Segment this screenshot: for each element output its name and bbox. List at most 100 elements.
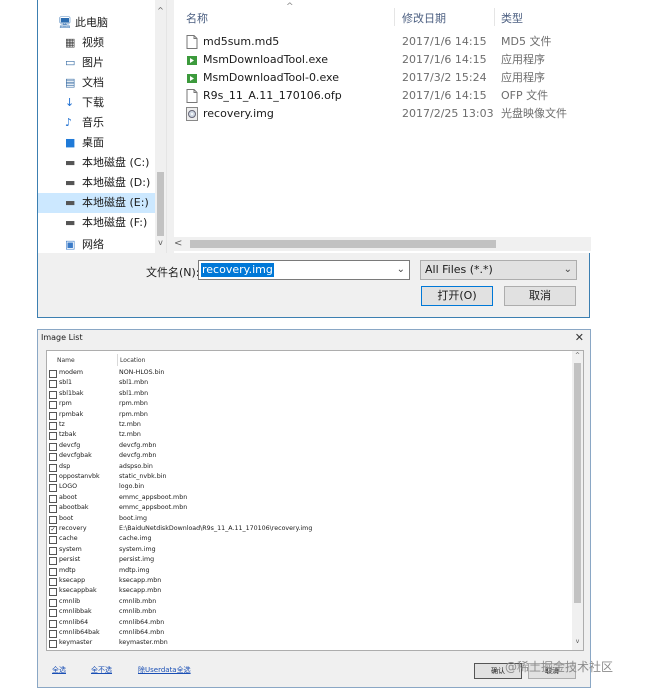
column-divider[interactable] [394, 8, 395, 26]
checkbox[interactable] [49, 370, 57, 378]
scrollbar-thumb[interactable] [574, 363, 581, 603]
list-item[interactable]: sbl1 sbl1.mbn [47, 378, 573, 389]
checkbox[interactable] [49, 536, 57, 545]
list-item[interactable]: persist persist.img [47, 555, 573, 566]
list-item[interactable]: dsp adspso.bin [47, 462, 573, 472]
checkbox[interactable] [49, 380, 57, 389]
list-item[interactable]: cmnlib cmnlib.mbn [47, 597, 573, 607]
nav-item[interactable]: 🖥 此电脑 [38, 13, 166, 33]
scroll-down-icon[interactable]: v [572, 638, 583, 645]
checkbox[interactable] [49, 453, 57, 462]
checkbox[interactable] [49, 411, 57, 420]
list-item[interactable]: cmnlib64 cmnlib64.mbn [47, 618, 573, 628]
list-item[interactable]: devcfgbak devcfg.mbn [47, 451, 573, 462]
chevron-down-icon[interactable]: ⌄ [564, 261, 572, 279]
deselect-all-link[interactable]: 全不选 [91, 665, 112, 675]
checkbox[interactable] [49, 630, 57, 638]
list-item[interactable]: mdtp mdtp.img [47, 566, 573, 576]
vertical-scrollbar[interactable]: ^ v [572, 351, 583, 650]
list-item[interactable]: sbl1bak sbl1.mbn [47, 389, 573, 399]
file-row[interactable]: recovery.img 2017/2/25 13:03 光盘映像文件 [174, 105, 591, 123]
list-item[interactable]: rpmbak rpm.mbn [47, 410, 573, 420]
list-item[interactable]: abootbak emmc_appsboot.mbn [47, 503, 573, 514]
checkbox[interactable] [49, 422, 57, 430]
list-item[interactable]: modem NON-HLOS.bin [47, 368, 573, 378]
vertical-scrollbar[interactable]: ^ v [155, 0, 166, 253]
list-item[interactable]: LOGO logo.bin [47, 482, 573, 493]
nav-item[interactable]: ▭ 图片 [38, 53, 166, 73]
file-row[interactable]: MsmDownloadTool.exe 2017/1/6 14:15 应用程序 [174, 51, 591, 69]
nav-item[interactable]: ♪ 音乐 [38, 113, 166, 133]
checkbox-checked[interactable]: ✓ [49, 526, 57, 534]
column-divider[interactable] [494, 8, 495, 26]
checkbox[interactable] [49, 401, 57, 410]
list-item[interactable]: keymaster keymaster.mbn [47, 638, 573, 649]
list-item[interactable]: tzbak tz.mbn [47, 430, 573, 441]
scroll-up-icon[interactable]: ^ [572, 352, 583, 359]
nav-item[interactable]: ▬ 本地磁盘 (F:) [38, 213, 166, 233]
nav-item[interactable]: ■ 桌面 [38, 133, 166, 153]
filename-value[interactable]: recovery.img [201, 263, 274, 277]
checkbox[interactable] [49, 567, 57, 576]
scroll-up-icon[interactable]: ^ [155, 4, 166, 18]
list-item[interactable]: cmnlibbak cmnlib.mbn [47, 607, 573, 618]
checkbox[interactable] [49, 494, 57, 503]
scrollbar-thumb[interactable] [157, 172, 164, 236]
chevron-down-icon[interactable]: ⌄ [397, 264, 405, 275]
column-divider[interactable] [117, 354, 118, 366]
list-item[interactable]: rpm rpm.mbn [47, 399, 573, 410]
column-header-name[interactable]: Name [57, 357, 75, 364]
checkbox[interactable] [49, 442, 57, 451]
select-all-link[interactable]: 全选 [52, 665, 66, 675]
nav-item[interactable]: ▬ 本地磁盘 (E:) [38, 193, 166, 213]
file-row[interactable]: MsmDownloadTool-0.exe 2017/3/2 15:24 应用程序 [174, 69, 591, 87]
scrollbar-thumb[interactable] [190, 240, 496, 248]
list-item[interactable]: boot boot.img [47, 514, 573, 524]
column-header-type[interactable]: 类型 [501, 10, 523, 26]
list-item[interactable]: tz tz.mbn [47, 420, 573, 430]
checkbox[interactable] [49, 546, 57, 555]
open-button[interactable]: 打开(O) [421, 286, 493, 306]
nav-item[interactable]: ▦ 视频 [38, 33, 166, 53]
column-header-location[interactable]: Location [120, 357, 145, 364]
nav-item[interactable]: ▣ 网络 [38, 235, 166, 253]
checkbox[interactable] [49, 463, 57, 472]
horizontal-scrollbar[interactable]: < [172, 237, 591, 251]
file-row[interactable]: R9s_11_A.11_170106.ofp 2017/1/6 14:15 OFP … [174, 87, 591, 105]
checkbox[interactable] [49, 640, 57, 649]
checkbox[interactable] [49, 557, 57, 566]
file-row[interactable]: md5sum.md5 2017/1/6 14:15 MD5 文件 [174, 33, 591, 51]
column-header-date[interactable]: 修改日期 [402, 10, 446, 26]
list-item[interactable]: oppostanvbk static_nvbk.bin [47, 472, 573, 482]
list-item[interactable]: ksecappbak ksecapp.mbn [47, 586, 573, 597]
checkbox[interactable] [49, 619, 57, 628]
list-item[interactable]: devcfg devcfg.mbn [47, 441, 573, 451]
nav-item[interactable]: ▬ 本地磁盘 (C:) [38, 153, 166, 173]
nav-item[interactable]: ▬ 本地磁盘 (D:) [38, 173, 166, 193]
checkbox[interactable] [49, 578, 57, 586]
filetype-select[interactable]: All Files (*.*) ⌄ [420, 260, 577, 280]
checkbox[interactable] [49, 609, 57, 618]
list-item[interactable]: ✓ recovery E:\BaiduNetdiskDownload\R9s_11_… [47, 524, 573, 534]
select-all-except-userdata-link[interactable]: 除Userdata全选 [138, 665, 191, 675]
checkbox[interactable] [49, 588, 57, 597]
close-icon[interactable]: ✕ [575, 331, 584, 344]
column-header-name[interactable]: 名称 [186, 10, 208, 26]
checkbox[interactable] [49, 515, 57, 524]
checkbox[interactable] [49, 390, 57, 399]
checkbox[interactable] [49, 484, 57, 493]
scroll-left-icon[interactable]: < [174, 237, 182, 251]
list-item[interactable]: ksecapp ksecapp.mbn [47, 576, 573, 586]
checkbox[interactable] [49, 598, 57, 607]
checkbox[interactable] [49, 505, 57, 514]
checkbox[interactable] [49, 432, 57, 441]
list-item[interactable]: cache cache.img [47, 534, 573, 545]
scroll-down-icon[interactable]: v [155, 236, 166, 250]
nav-item[interactable]: ↓ 下载 [38, 93, 166, 113]
list-item[interactable]: cmnlib64bak cmnlib64.mbn [47, 628, 573, 638]
list-item[interactable]: system system.img [47, 545, 573, 555]
list-item[interactable]: aboot emmc_appsboot.mbn [47, 493, 573, 503]
checkbox[interactable] [49, 474, 57, 482]
cancel-button[interactable]: 取消 [504, 286, 576, 306]
filename-input[interactable]: recovery.img ⌄ [198, 260, 410, 280]
